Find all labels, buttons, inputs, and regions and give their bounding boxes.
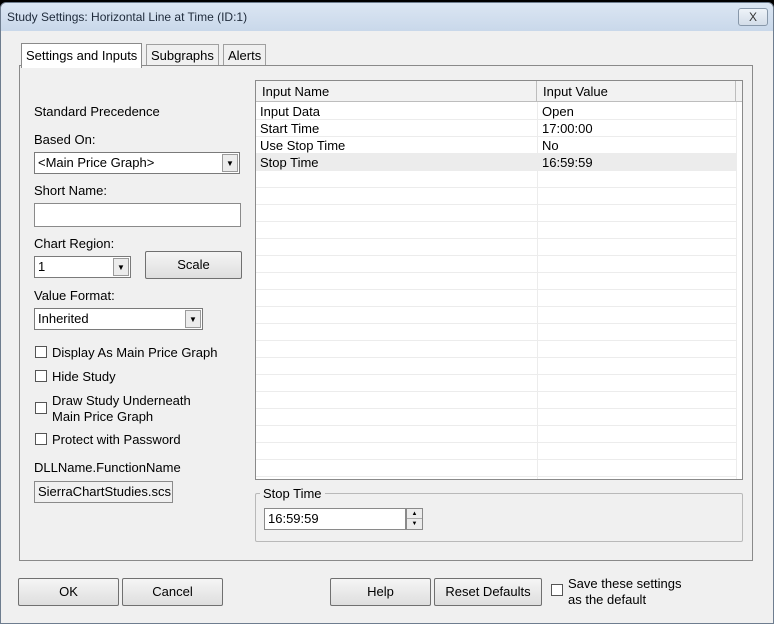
chart-region-label: Chart Region: (34, 236, 115, 251)
table-row[interactable]: Start Time 17:00:00 (256, 120, 736, 137)
spin-down-icon[interactable]: ▼ (407, 519, 422, 529)
save-as-default-label: Save these settings (568, 576, 682, 591)
table-row[interactable] (256, 375, 736, 392)
draw-underneath-checkbox[interactable] (35, 402, 47, 414)
cancel-button[interactable]: Cancel (122, 578, 223, 606)
reset-defaults-button[interactable]: Reset Defaults (434, 578, 542, 606)
value-format-value: Inherited (38, 311, 89, 326)
protect-with-password-checkbox[interactable] (35, 433, 47, 445)
window-title: Study Settings: Horizontal Line at Time … (7, 10, 248, 24)
hide-study-label: Hide Study (52, 369, 116, 384)
table-row[interactable] (256, 205, 736, 222)
table-row[interactable] (256, 409, 736, 426)
table-row[interactable] (256, 256, 736, 273)
display-as-main-price-graph-checkbox[interactable] (35, 346, 47, 358)
chart-region-value: 1 (38, 259, 46, 274)
table-row[interactable] (256, 273, 736, 290)
input-name-cell: Stop Time (260, 155, 319, 170)
input-value-cell[interactable]: Open (542, 104, 574, 119)
value-format-select[interactable]: Inherited ▼ (34, 308, 203, 330)
input-name-cell: Start Time (260, 121, 320, 136)
table-row[interactable]: Input Data Open (256, 103, 736, 120)
close-icon: X (748, 10, 757, 24)
hide-study-checkbox[interactable] (35, 370, 47, 382)
input-name-cell: Input Data (260, 104, 320, 119)
stop-time-spinner[interactable]: ▲ ▼ (406, 508, 423, 530)
table-row[interactable] (256, 239, 736, 256)
ok-button[interactable]: OK (18, 578, 119, 606)
table-row[interactable] (256, 290, 736, 307)
table-row[interactable] (256, 171, 736, 188)
display-as-main-price-graph-label: Display As Main Price Graph (52, 345, 218, 360)
table-row[interactable] (256, 426, 736, 443)
draw-underneath-label-line2: Main Price Graph (52, 409, 154, 424)
based-on-select[interactable]: <Main Price Graph> ▼ (34, 152, 240, 174)
table-row[interactable] (256, 443, 736, 460)
inputs-table: Input Name Input Value Input Data Open Sta… (255, 80, 743, 480)
draw-underneath-label: Draw Study Underneath (52, 393, 191, 408)
chevron-down-icon: ▼ (222, 154, 238, 172)
column-header-input-name[interactable]: Input Name (256, 81, 537, 102)
save-as-default-checkbox[interactable] (551, 584, 563, 596)
stop-time-input[interactable]: 16:59:59 (264, 508, 406, 530)
header-spacer (736, 81, 742, 102)
column-header-input-value[interactable]: Input Value (537, 81, 736, 102)
based-on-label: Based On: (34, 132, 96, 147)
table-row[interactable] (256, 188, 736, 205)
short-name-input[interactable] (34, 203, 241, 227)
save-as-default-label-line2: as the default (568, 592, 647, 607)
table-row[interactable]: Stop Time 16:59:59 (256, 154, 736, 171)
short-name-label: Short Name: (34, 183, 107, 198)
chart-region-select[interactable]: 1 ▼ (34, 256, 131, 278)
close-button[interactable]: X (738, 8, 768, 26)
tab-settings-and-inputs[interactable]: Settings and Inputs (21, 43, 143, 68)
input-value-cell[interactable]: No (542, 138, 559, 153)
stop-time-group-label: Stop Time (263, 486, 322, 501)
column-divider (736, 102, 737, 479)
based-on-value: <Main Price Graph> (38, 155, 155, 170)
dll-function-name-field[interactable]: SierraChartStudies.scs (34, 481, 173, 503)
table-row[interactable] (256, 358, 736, 375)
table-row[interactable] (256, 341, 736, 358)
table-row[interactable] (256, 392, 736, 409)
table-row[interactable] (256, 307, 736, 324)
table-row[interactable] (256, 324, 736, 341)
spin-up-icon[interactable]: ▲ (407, 509, 422, 519)
table-row[interactable]: Use Stop Time No (256, 137, 736, 154)
scale-button[interactable]: Scale (145, 251, 242, 279)
dll-function-name-label: DLLName.FunctionName (34, 460, 181, 475)
chevron-down-icon: ▼ (113, 258, 129, 276)
tab-subgraphs[interactable]: Subgraphs (146, 44, 219, 66)
standard-precedence-label: Standard Precedence (34, 104, 160, 119)
input-value-cell[interactable]: 16:59:59 (542, 155, 593, 170)
help-button[interactable]: Help (330, 578, 431, 606)
title-bar[interactable]: Study Settings: Horizontal Line at Time … (1, 3, 773, 31)
table-row[interactable] (256, 222, 736, 239)
tab-alerts[interactable]: Alerts (223, 44, 267, 66)
value-format-label: Value Format: (34, 288, 115, 303)
chevron-down-icon: ▼ (185, 310, 201, 328)
protect-with-password-label: Protect with Password (52, 432, 181, 447)
table-row[interactable] (256, 460, 736, 477)
input-value-cell[interactable]: 17:00:00 (542, 121, 593, 136)
input-name-cell: Use Stop Time (260, 138, 346, 153)
